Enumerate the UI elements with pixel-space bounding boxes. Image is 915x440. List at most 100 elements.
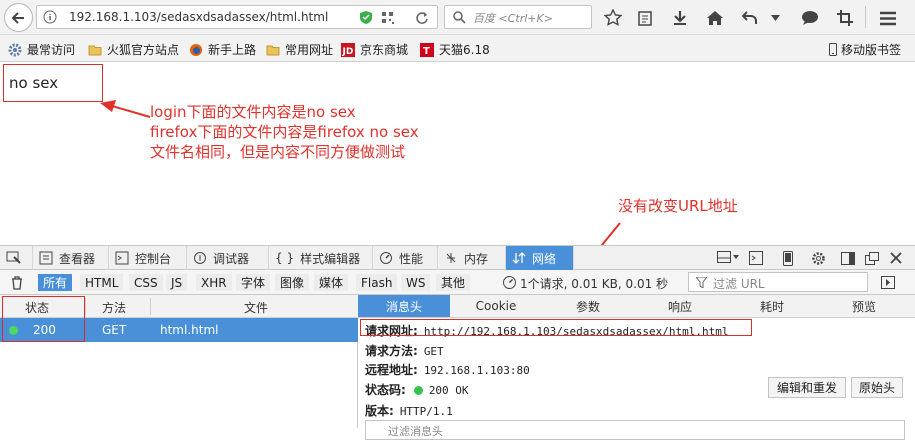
hamburger-menu-icon bbox=[880, 11, 896, 25]
dock-layout-icon bbox=[717, 251, 739, 263]
bookmark-getting-started[interactable]: 新手上路 bbox=[189, 41, 256, 58]
tab-preview[interactable]: 预览 bbox=[818, 295, 910, 317]
tab-timings[interactable]: 耗时 bbox=[726, 295, 818, 317]
filter-flash[interactable]: Flash bbox=[356, 274, 398, 291]
bookmark-firefox-site[interactable]: 火狐官方站点 bbox=[88, 41, 179, 58]
menu-button[interactable] bbox=[878, 8, 898, 28]
remote-address-label: 远程地址: bbox=[365, 363, 418, 377]
bookmark-most-visited[interactable]: 最常访问 bbox=[8, 41, 75, 58]
info-icon[interactable] bbox=[43, 10, 57, 24]
qr-code-icon[interactable] bbox=[381, 11, 394, 24]
tab-debugger[interactable]: 调试器 bbox=[187, 246, 269, 270]
tab-label: 调试器 bbox=[213, 251, 250, 266]
tab-label: 内存 bbox=[464, 251, 489, 266]
filter-media[interactable]: 媒体 bbox=[314, 274, 349, 291]
filter-headers-placeholder: 过滤消息头 bbox=[388, 425, 443, 438]
clipboard-icon bbox=[638, 11, 652, 26]
annotation-box bbox=[360, 319, 752, 336]
tab-performance[interactable]: 性能 bbox=[373, 246, 438, 270]
tab-console[interactable]: 控制台 bbox=[109, 246, 187, 270]
chat-button[interactable] bbox=[800, 8, 820, 28]
dock-side-button[interactable] bbox=[840, 250, 856, 266]
element-picker-button[interactable] bbox=[0, 246, 33, 270]
gear-icon bbox=[811, 251, 825, 265]
filter-other[interactable]: 其他 bbox=[436, 274, 471, 291]
tab-network[interactable]: 网络 bbox=[506, 246, 574, 270]
download-arrow-icon bbox=[674, 11, 686, 25]
undo-dropdown-button[interactable] bbox=[768, 8, 782, 28]
reload-icon[interactable] bbox=[415, 11, 429, 25]
toolbar-divider bbox=[865, 6, 866, 28]
home-button[interactable] bbox=[705, 8, 725, 28]
filter-fonts[interactable]: 字体 bbox=[236, 274, 271, 291]
back-button[interactable] bbox=[4, 3, 33, 32]
braces-icon: { } bbox=[275, 251, 295, 265]
bookmark-jd[interactable]: JD 京东商城 bbox=[341, 41, 408, 58]
mobile-bookmarks[interactable]: 移动版书签 bbox=[829, 41, 901, 58]
request-summary: 1个请求, 0.01 KB, 0.01 秒 bbox=[520, 277, 669, 291]
dock-side-icon bbox=[841, 251, 855, 265]
close-devtools-button[interactable] bbox=[888, 250, 904, 266]
url-filter-input[interactable]: 过滤 URL bbox=[688, 272, 868, 292]
filter-images[interactable]: 图像 bbox=[275, 274, 310, 291]
performance-icon bbox=[380, 252, 392, 264]
annotation-box bbox=[2, 296, 85, 342]
filter-html[interactable]: HTML bbox=[80, 274, 124, 291]
bookmark-common-sites[interactable]: 常用网址 bbox=[266, 41, 333, 58]
filter-xhr[interactable]: XHR bbox=[196, 274, 232, 291]
toggle-sidebar-button[interactable] bbox=[880, 274, 896, 290]
filter-js[interactable]: JS bbox=[166, 274, 188, 291]
speech-bubble-icon bbox=[802, 11, 818, 25]
tab-headers[interactable]: 消息头 bbox=[358, 295, 450, 317]
performance-analysis-icon[interactable] bbox=[502, 275, 517, 290]
column-file[interactable]: 文件 bbox=[244, 299, 268, 316]
split-console-button[interactable] bbox=[748, 250, 764, 266]
column-method[interactable]: 方法 bbox=[102, 299, 126, 316]
settings-button[interactable] bbox=[810, 250, 826, 266]
reading-list-button[interactable] bbox=[635, 8, 655, 28]
tab-inspector[interactable]: 查看器 bbox=[33, 246, 109, 270]
bookmark-tmall[interactable]: T 天猫6.18 bbox=[420, 41, 490, 58]
raw-headers-button[interactable]: 原始头 bbox=[851, 377, 903, 398]
screenshot-button[interactable] bbox=[835, 8, 855, 28]
tab-params[interactable]: 参数 bbox=[542, 295, 634, 317]
dock-options-button[interactable] bbox=[716, 250, 740, 266]
undock-button[interactable] bbox=[864, 250, 880, 266]
bookmark-label: 最常访问 bbox=[27, 43, 76, 57]
url-text: 192.168.1.103/sedasxdsadassex/html.html bbox=[69, 10, 329, 24]
separate-window-icon bbox=[865, 251, 879, 265]
annotation-url-note: 没有改变URL地址 bbox=[618, 197, 738, 215]
filter-headers-input[interactable]: 过滤消息头 bbox=[365, 420, 905, 440]
jd-icon: JD bbox=[341, 42, 355, 57]
crop-icon bbox=[837, 10, 853, 26]
tab-cookies[interactable]: Cookie bbox=[450, 295, 542, 317]
bookmark-label: 常用网址 bbox=[285, 43, 334, 57]
download-button[interactable] bbox=[670, 8, 690, 28]
remote-address-row: 远程地址: 192.168.1.103:80 bbox=[365, 361, 530, 378]
tab-memory[interactable]: 内存 bbox=[438, 246, 506, 270]
svg-text:JD: JD bbox=[342, 47, 354, 57]
debugger-icon bbox=[194, 252, 206, 264]
shield-icon[interactable] bbox=[359, 10, 373, 25]
request-method-label: 请求方法: bbox=[365, 344, 418, 358]
filter-css[interactable]: CSS bbox=[129, 274, 163, 291]
split-console-icon bbox=[749, 251, 763, 265]
filter-ws[interactable]: WS bbox=[401, 274, 431, 291]
edit-resend-button[interactable]: 编辑和重发 bbox=[768, 377, 846, 398]
version-row: 版本: HTTP/1.1 bbox=[365, 402, 453, 419]
search-bar[interactable]: 百度 <Ctrl+K> bbox=[444, 5, 592, 29]
network-filter-bar: 所有 HTML CSS JS XHR 字体 图像 媒体 Flash WS 其他 … bbox=[0, 270, 915, 295]
clear-button[interactable] bbox=[8, 274, 26, 291]
undo-button[interactable] bbox=[740, 8, 760, 28]
filter-all[interactable]: 所有 bbox=[38, 274, 73, 291]
navigation-toolbar: 192.168.1.103/sedasxdsadassex/html.html … bbox=[0, 0, 915, 35]
star-icon bbox=[604, 9, 622, 26]
bookmark-star-button[interactable] bbox=[603, 8, 623, 28]
tab-label: 性能 bbox=[399, 251, 424, 266]
url-bar[interactable]: 192.168.1.103/sedasxdsadassex/html.html bbox=[36, 5, 438, 29]
tab-response[interactable]: 响应 bbox=[634, 295, 726, 317]
bookmark-label: 火狐官方站点 bbox=[107, 43, 180, 57]
responsive-design-button[interactable] bbox=[780, 250, 796, 266]
tab-style-editor[interactable]: { } 样式编辑器 bbox=[269, 246, 373, 270]
tab-label: 控制台 bbox=[135, 251, 172, 266]
